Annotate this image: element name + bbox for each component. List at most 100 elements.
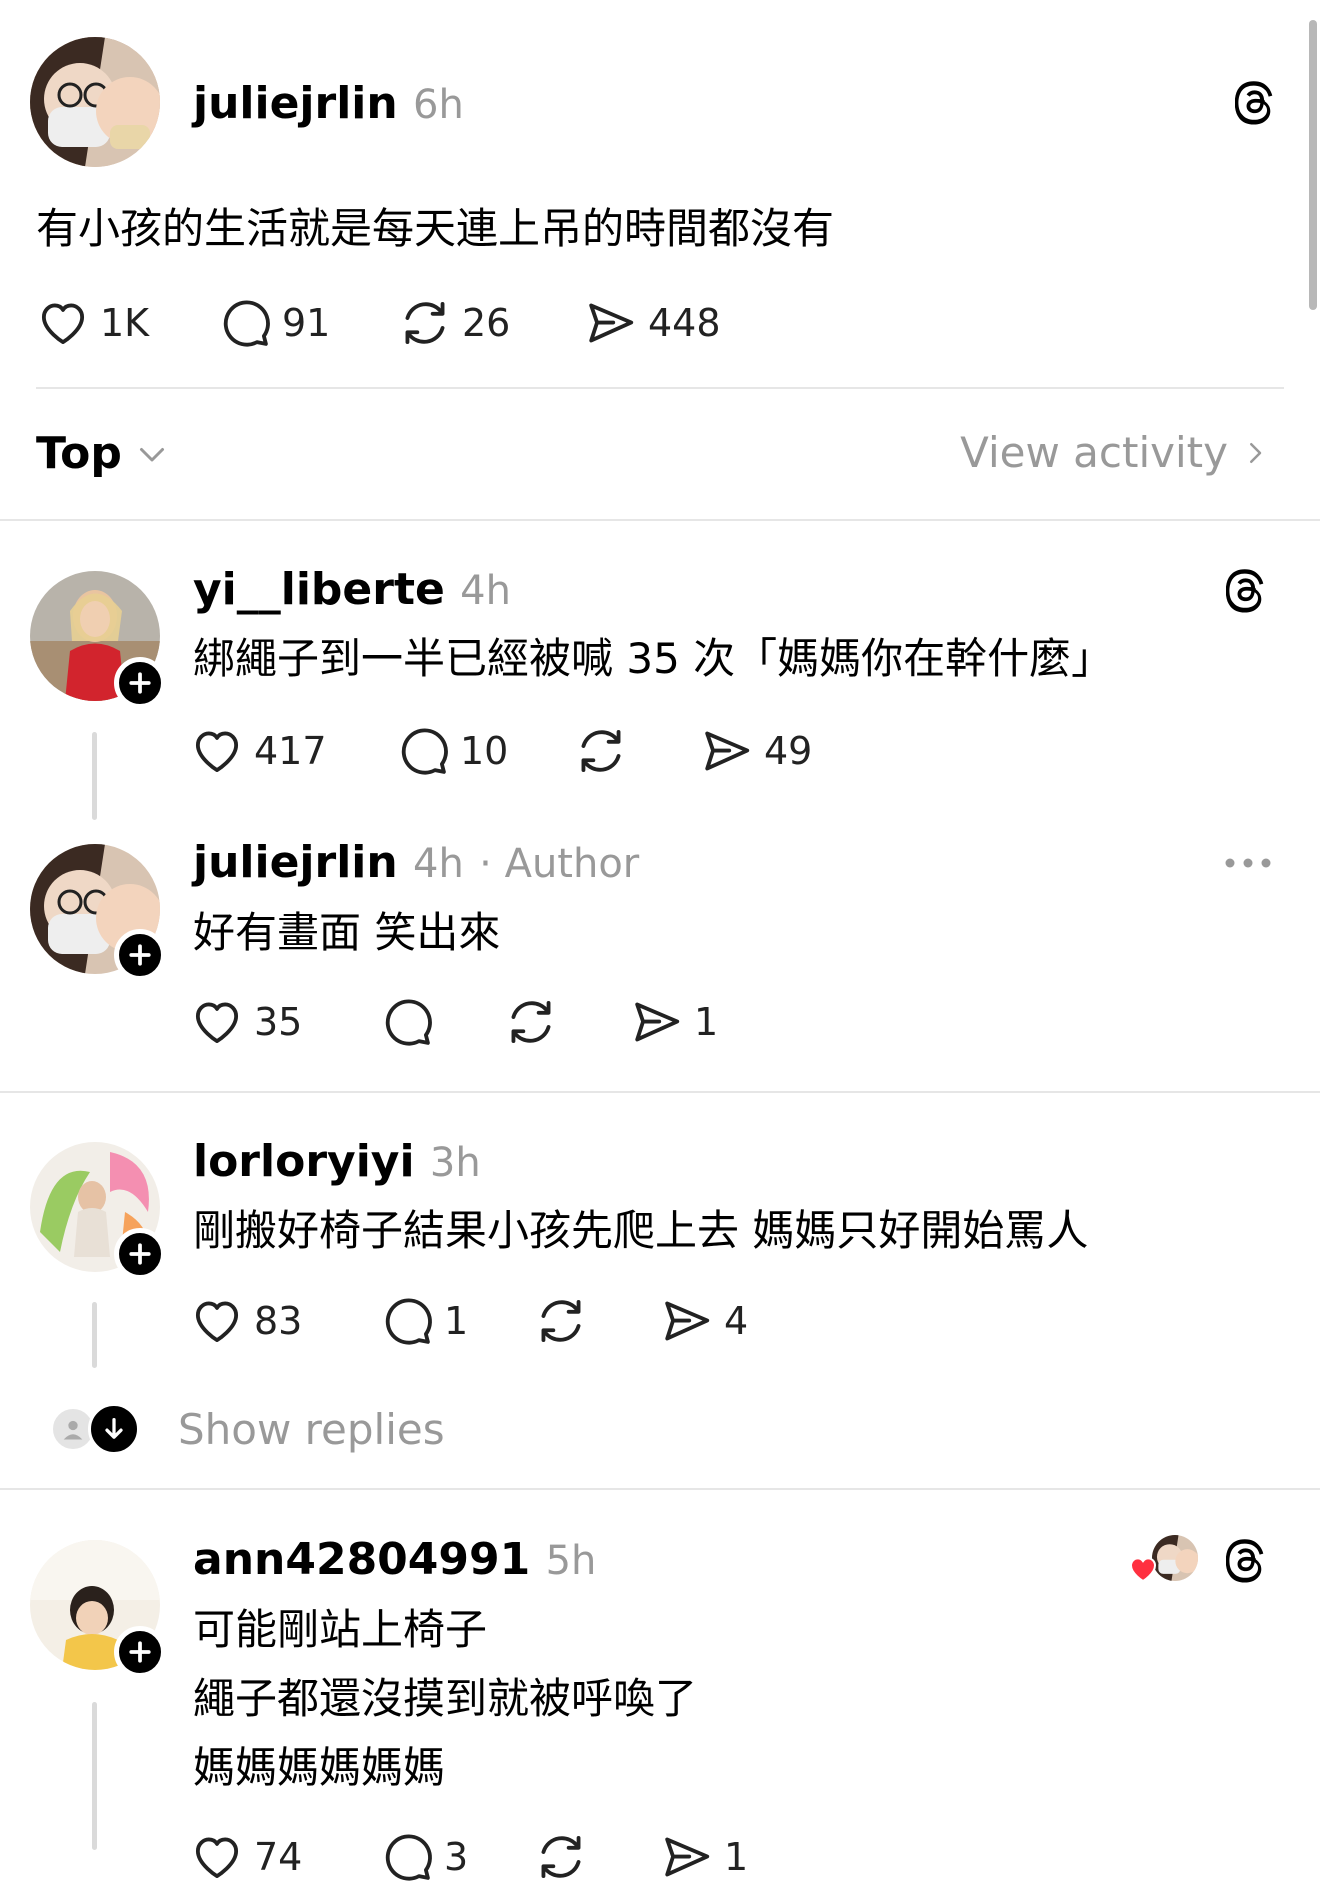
repost-button[interactable]: 26 — [398, 296, 510, 350]
plus-icon — [125, 940, 155, 970]
avatar-photo — [30, 37, 160, 167]
comment-button[interactable]: 10 — [396, 724, 508, 778]
threads-logo-icon[interactable] — [1226, 566, 1270, 614]
scrollbar[interactable] — [1309, 20, 1317, 310]
reply-username[interactable]: yi__liberte — [193, 564, 445, 615]
threads-logo-icon[interactable] — [1226, 1536, 1270, 1584]
repost-icon — [574, 724, 628, 778]
share-icon — [700, 724, 754, 778]
comment-button[interactable]: 3 — [380, 1830, 468, 1884]
reply-username[interactable]: lorloryiyi — [193, 1136, 415, 1187]
comment-icon — [396, 724, 450, 778]
arrow-down-icon — [105, 1418, 123, 1439]
comment-icon — [218, 296, 272, 350]
like-count: 1K — [100, 301, 150, 345]
section-divider — [0, 519, 1320, 521]
like-count: 35 — [254, 1000, 303, 1044]
reply-text-line: 媽媽媽媽媽媽 — [193, 1743, 446, 1792]
repost-icon — [534, 1294, 588, 1348]
comment-button[interactable] — [380, 995, 434, 1049]
share-count: 4 — [724, 1299, 749, 1343]
heart-icon — [36, 296, 90, 350]
follow-button[interactable] — [114, 929, 166, 981]
reply-text: 剛搬好椅子結果小孩先爬上去 媽媽只好開始罵人 — [193, 1206, 1089, 1255]
comment-button[interactable]: 91 — [218, 296, 330, 350]
person-icon — [63, 1420, 83, 1440]
chevron-right-icon — [1250, 442, 1262, 463]
comment-icon — [380, 1294, 434, 1348]
share-button[interactable]: 1 — [630, 995, 718, 1049]
like-count: 83 — [254, 1299, 303, 1343]
thread-line — [92, 1302, 97, 1368]
share-count: 1 — [694, 1000, 719, 1044]
avatar[interactable] — [30, 37, 160, 167]
section-divider — [0, 1488, 1320, 1490]
comment-icon — [380, 995, 434, 1049]
comment-button[interactable]: 1 — [380, 1294, 468, 1348]
plus-icon — [125, 668, 155, 698]
like-count: 417 — [254, 729, 327, 773]
share-button[interactable]: 448 — [584, 296, 721, 350]
sort-dropdown[interactable]: Top — [36, 428, 170, 479]
show-replies-button[interactable]: Show replies — [50, 1403, 445, 1455]
reply-username[interactable]: ann42804991 — [193, 1534, 530, 1585]
share-count: 1 — [724, 1835, 749, 1879]
sort-label: Top — [36, 428, 122, 479]
repost-icon — [398, 296, 452, 350]
reply-text: 綁繩子到一半已經被喊 35 次「媽媽你在幹什麼」 — [193, 634, 1114, 683]
follow-button[interactable] — [114, 1228, 166, 1280]
reply-text-line: 繩子都還沒摸到就被呼喚了 — [193, 1674, 698, 1723]
heart-icon — [190, 724, 244, 778]
reply-username[interactable]: juliejrlin — [193, 837, 398, 888]
like-button[interactable]: 83 — [190, 1294, 302, 1348]
like-button[interactable]: 1K — [36, 296, 149, 350]
share-icon — [660, 1294, 714, 1348]
view-activity-link[interactable]: View activity — [960, 428, 1270, 477]
repost-icon — [534, 1830, 588, 1884]
post-username[interactable]: juliejrlin — [193, 78, 398, 129]
reply-time: 4h — [460, 568, 511, 614]
share-button[interactable]: 1 — [660, 1830, 748, 1884]
follow-button[interactable] — [114, 1626, 166, 1678]
like-button[interactable]: 417 — [190, 724, 327, 778]
share-icon — [584, 296, 638, 350]
like-count: 74 — [254, 1835, 303, 1879]
repost-button[interactable] — [574, 724, 628, 778]
repost-button[interactable] — [504, 995, 558, 1049]
show-replies-label: Show replies — [178, 1404, 445, 1454]
repost-count: 26 — [462, 301, 511, 345]
reply-text: 好有畫面 笑出來 — [193, 908, 501, 957]
share-button[interactable]: 4 — [660, 1294, 748, 1348]
share-count: 448 — [648, 301, 721, 345]
repost-icon — [504, 995, 558, 1049]
comment-count: 3 — [444, 1835, 469, 1879]
threads-logo-icon[interactable] — [1235, 78, 1279, 126]
heart-filled-icon — [1129, 1557, 1157, 1583]
post-text: 有小孩的生活就是每天連上吊的時間都沒有 — [36, 204, 835, 253]
reply-time: 3h — [429, 1140, 481, 1186]
more-icon[interactable] — [1222, 850, 1274, 876]
share-button[interactable]: 49 — [700, 724, 812, 778]
comment-count: 91 — [282, 301, 331, 345]
thread-line — [92, 732, 97, 820]
like-button[interactable]: 35 — [190, 995, 302, 1049]
reply-time: 5h — [545, 1538, 597, 1584]
show-replies-avatars — [50, 1403, 142, 1455]
divider — [36, 387, 1284, 389]
view-activity-label: View activity — [960, 428, 1228, 477]
reply-text-line: 可能剛站上椅子 — [193, 1605, 488, 1654]
reply-time: 4h — [413, 841, 464, 887]
repost-button[interactable] — [534, 1830, 588, 1884]
arrow-down-badge — [88, 1403, 140, 1455]
repost-button[interactable] — [534, 1294, 588, 1348]
liked-by-author[interactable] — [1126, 1535, 1200, 1585]
plus-icon — [125, 1239, 155, 1269]
heart-icon — [190, 1830, 244, 1884]
like-button[interactable]: 74 — [190, 1830, 302, 1884]
follow-button[interactable] — [114, 657, 166, 709]
author-tag: · Author — [479, 841, 640, 887]
share-icon — [630, 995, 684, 1049]
thread-line — [92, 1702, 97, 1850]
share-count: 49 — [764, 729, 813, 773]
chevron-down-icon — [139, 447, 164, 461]
